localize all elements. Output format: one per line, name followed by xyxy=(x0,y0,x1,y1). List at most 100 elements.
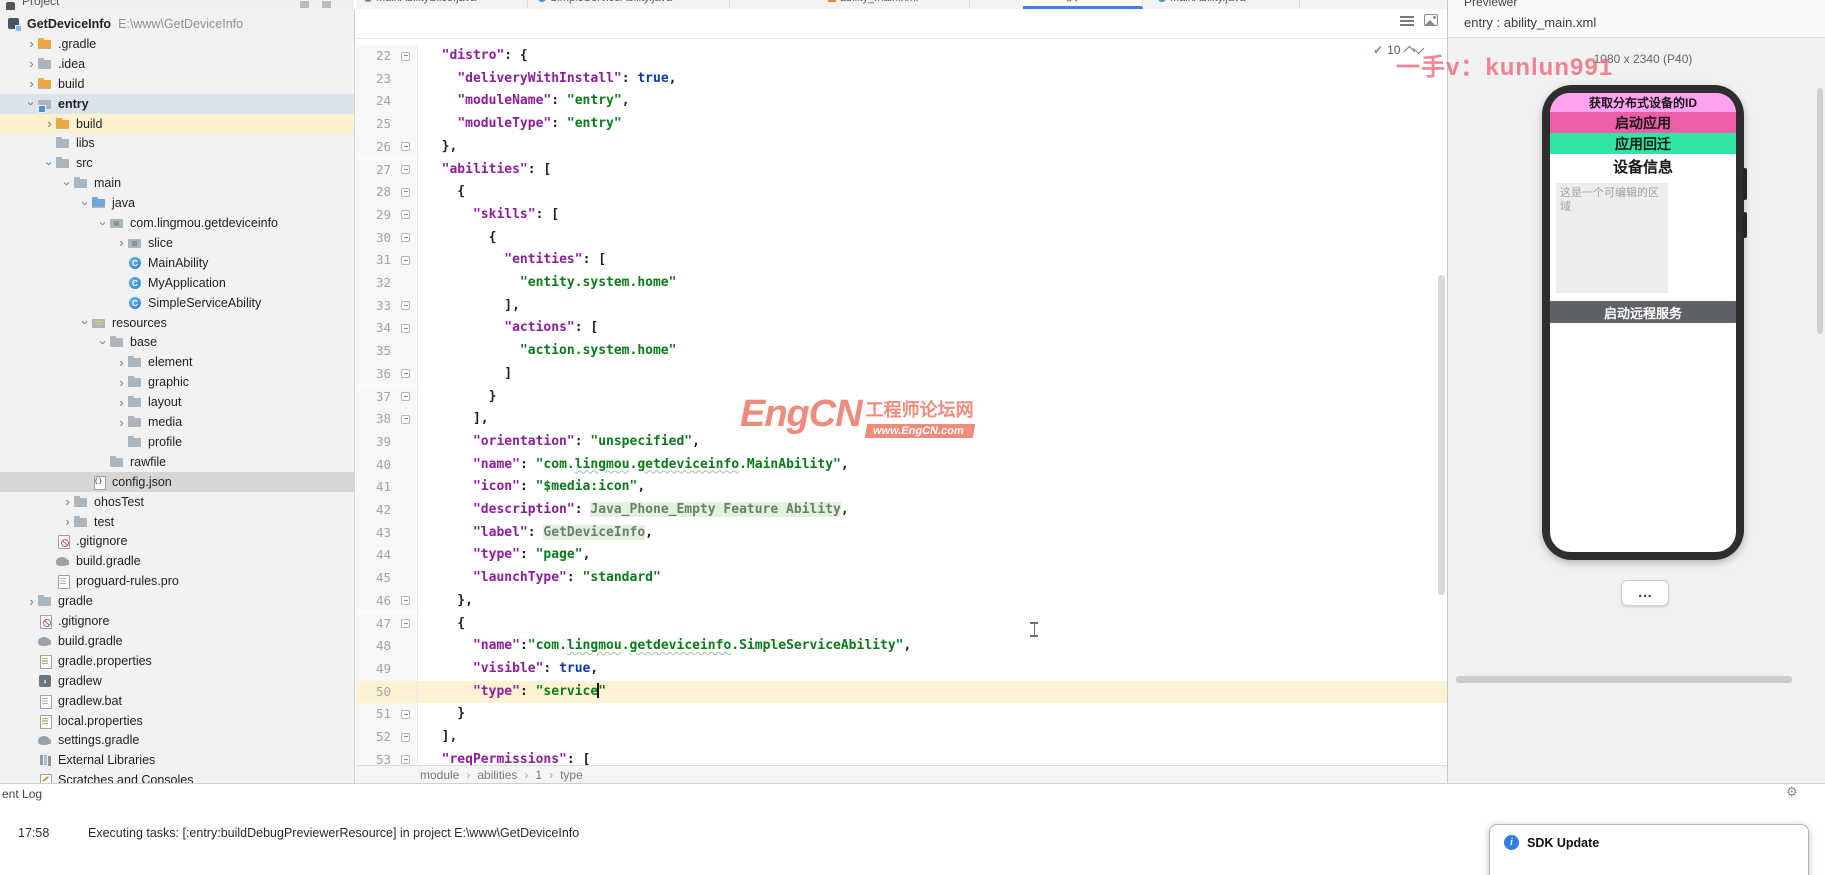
chevron-collapsed-icon[interactable]: › xyxy=(116,356,127,369)
tree-item-simpleserviceability[interactable]: ›SimpleServiceAbility xyxy=(0,293,354,313)
code-text[interactable]: "description": Java_Phone_Empty Feature … xyxy=(418,499,1447,522)
code-text[interactable]: ] xyxy=(418,363,1447,386)
code-line-46[interactable]: 46 }, xyxy=(356,589,1447,613)
code-line-29[interactable]: 29 "skills": [ xyxy=(356,203,1447,227)
chevron-expanded-icon[interactable]: › xyxy=(96,337,111,348)
close-icon[interactable]: × xyxy=(677,0,683,4)
fold-icon[interactable] xyxy=(401,210,410,220)
code-text[interactable]: "moduleName": "entry", xyxy=(418,90,1447,113)
code-text[interactable]: "icon": "$media:icon", xyxy=(418,476,1447,499)
code-text[interactable]: "distro": { xyxy=(418,45,1447,68)
code-text[interactable]: { xyxy=(418,613,1447,636)
tree-item-scratches-and-consoles[interactable]: ›Scratches and Consoles xyxy=(0,770,354,783)
code-text[interactable]: "entities": [ xyxy=(418,249,1447,272)
code-text[interactable]: "name":"com.lingmou.getdeviceinfo.Simple… xyxy=(418,635,1447,658)
event-log-gear-icon[interactable]: ⚙ xyxy=(1786,784,1798,800)
chevron-collapsed-icon[interactable]: › xyxy=(116,416,127,429)
chevron-expanded-icon[interactable]: › xyxy=(78,198,93,209)
code-line-30[interactable]: 30 { xyxy=(356,226,1447,250)
code-editor[interactable]: 22 "distro": {23 "deliveryWithInstall": … xyxy=(356,9,1447,765)
code-text[interactable]: "action.system.home" xyxy=(418,340,1447,363)
code-line-45[interactable]: 45 "launchType": "standard" xyxy=(356,567,1447,590)
code-line-35[interactable]: 35 "action.system.home" xyxy=(356,340,1447,363)
previewer-more-button[interactable]: … xyxy=(1621,580,1669,606)
tab-ability-main-xml[interactable]: ability_main.xml × xyxy=(820,0,970,9)
fold-icon[interactable] xyxy=(401,255,410,265)
editor-list-icon[interactable] xyxy=(1400,16,1414,26)
code-text[interactable]: ], xyxy=(418,295,1447,318)
code-line-41[interactable]: 41 "icon": "$media:icon", xyxy=(356,476,1447,499)
tree-item-resources[interactable]: › resources xyxy=(0,313,354,333)
chevron-collapsed-icon[interactable]: › xyxy=(116,396,127,409)
tree-item-entry[interactable]: › entry xyxy=(0,93,354,114)
previewer-horizontal-scrollbar[interactable] xyxy=(1456,676,1792,683)
code-line-32[interactable]: 32 "entity.system.home" xyxy=(356,272,1447,295)
code-line-36[interactable]: 36 ] xyxy=(356,362,1447,386)
fold-icon[interactable] xyxy=(401,142,410,152)
chevron-collapsed-icon[interactable]: › xyxy=(62,515,73,528)
code-text[interactable]: "skills": [ xyxy=(418,204,1447,227)
tree-item-root[interactable]: GetDeviceInfo E:\www\GetDeviceInfo xyxy=(0,14,354,34)
code-text[interactable]: "name": "com.lingmou.getdeviceinfo.MainA… xyxy=(418,454,1447,477)
code-text[interactable]: "moduleType": "entry" xyxy=(418,113,1447,136)
tree-item-mainability[interactable]: ›MainAbility xyxy=(0,253,354,273)
tab-mainabilityslice-java[interactable]: MainAbilitySlice.java × xyxy=(356,0,528,9)
code-text[interactable]: "visible": true, xyxy=(418,658,1447,681)
tree-item-element[interactable]: › element xyxy=(0,352,354,372)
code-text[interactable]: "launchType": "standard" xyxy=(418,567,1447,590)
tree-item--idea[interactable]: › .idea xyxy=(0,54,354,74)
fold-icon[interactable] xyxy=(401,165,410,174)
tree-item-build-gradle[interactable]: ›build.gradle xyxy=(0,551,354,571)
code-text[interactable]: { xyxy=(418,181,1447,204)
tree-item-main[interactable]: › main xyxy=(0,173,354,193)
tree-item-ohostest[interactable]: › ohosTest xyxy=(0,492,354,512)
tree-item--gitignore[interactable]: ›.gitignore xyxy=(0,531,354,551)
code-text[interactable]: }, xyxy=(418,590,1447,613)
chevron-expanded-icon[interactable]: › xyxy=(96,218,111,229)
tree-item-libs[interactable]: ›libs xyxy=(0,133,354,153)
chevron-collapsed-icon[interactable]: › xyxy=(26,57,37,70)
chevron-collapsed-icon[interactable]: › xyxy=(26,77,37,90)
tab-config-json[interactable]: config.json × xyxy=(1023,0,1143,9)
code-line-27[interactable]: 27 "abilities": [ xyxy=(356,158,1447,182)
close-icon[interactable]: × xyxy=(923,0,929,4)
fold-icon[interactable] xyxy=(401,709,410,719)
code-line-24[interactable]: 24 "moduleName": "entry", xyxy=(356,90,1447,114)
tab-mainability-java[interactable]: MainAbility.java × xyxy=(1150,0,1300,9)
code-line-26[interactable]: 26 }, xyxy=(356,135,1447,159)
code-line-53[interactable]: 53 "reqPermissions": [ xyxy=(356,748,1447,765)
fold-icon[interactable] xyxy=(401,233,410,243)
tree-item-proguard-rules-pro[interactable]: ›proguard-rules.pro xyxy=(0,571,354,591)
tree-item-layout[interactable]: › layout xyxy=(0,392,354,412)
tree-item-gradlew-bat[interactable]: ›gradlew.bat xyxy=(0,691,354,711)
fold-icon[interactable] xyxy=(401,51,410,61)
breadcrumb-item-abilities[interactable]: abilities xyxy=(477,768,517,782)
editor-image-icon[interactable] xyxy=(1424,14,1438,26)
chevron-expanded-icon[interactable]: › xyxy=(24,98,39,109)
code-line-23[interactable]: 23 "deliveryWithInstall": true, xyxy=(356,67,1447,91)
tree-item-myapplication[interactable]: ›MyApplication xyxy=(0,273,354,293)
tree-item-slice[interactable]: › slice xyxy=(0,233,354,253)
code-line-43[interactable]: 43 "label": GetDeviceInfo, xyxy=(356,521,1447,545)
code-line-52[interactable]: 52 ], xyxy=(356,726,1447,749)
chevron-collapsed-icon[interactable]: › xyxy=(62,495,73,508)
code-text[interactable]: { xyxy=(418,227,1447,250)
code-line-48[interactable]: 48 "name":"com.lingmou.getdeviceinfo.Sim… xyxy=(356,635,1447,658)
fold-icon[interactable] xyxy=(401,301,410,311)
close-icon[interactable]: × xyxy=(1101,0,1107,2)
tree-item-build[interactable]: › build xyxy=(0,113,354,134)
chevron-collapsed-icon[interactable]: › xyxy=(26,37,37,50)
code-text[interactable]: "deliveryWithInstall": true, xyxy=(418,68,1447,91)
chevron-expanded-icon[interactable]: › xyxy=(42,158,57,169)
chevron-collapsed-icon[interactable]: › xyxy=(44,117,55,130)
code-text[interactable]: "reqPermissions": [ xyxy=(418,749,1447,765)
tree-item-test[interactable]: › test xyxy=(0,512,354,532)
code-text[interactable]: "abilities": [ xyxy=(418,159,1447,182)
breadcrumb-item-module[interactable]: module xyxy=(420,768,459,782)
tree-item-build[interactable]: › build xyxy=(0,74,354,94)
breadcrumb-item-1[interactable]: 1 xyxy=(535,768,542,782)
chevron-expanded-icon[interactable]: › xyxy=(60,178,75,189)
code-text[interactable]: "actions": [ xyxy=(418,317,1447,340)
code-line-28[interactable]: 28 { xyxy=(356,181,1447,204)
code-line-42[interactable]: 42 "description": Java_Phone_Empty Featu… xyxy=(356,499,1447,522)
